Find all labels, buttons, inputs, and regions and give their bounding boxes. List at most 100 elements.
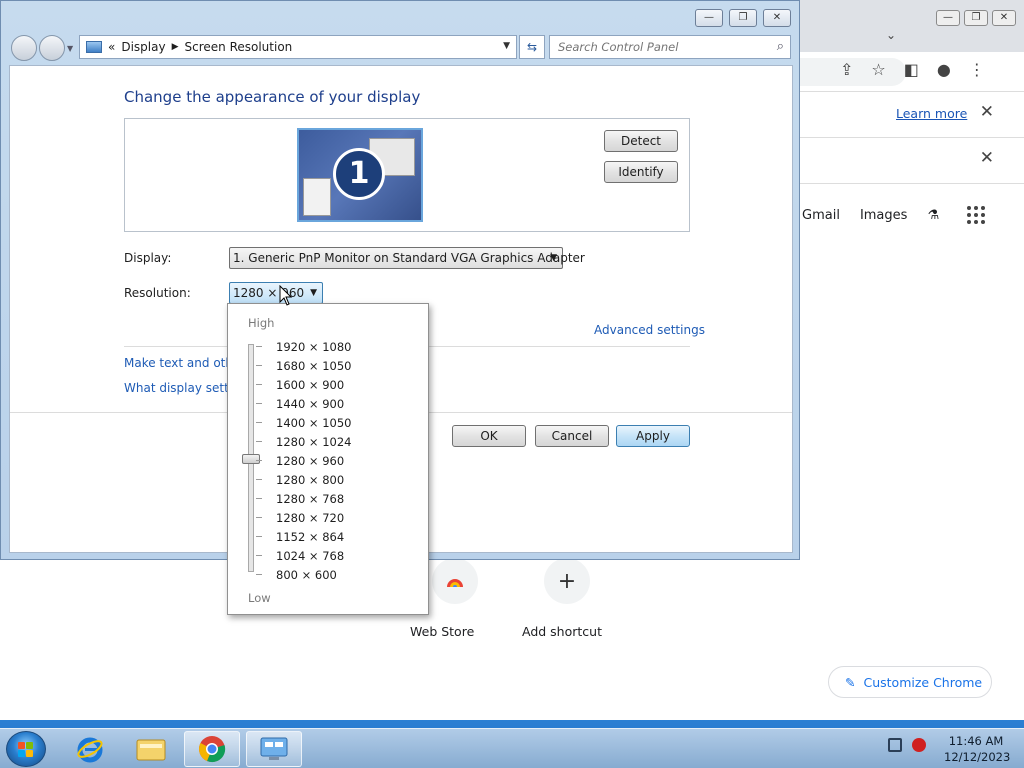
chrome-minimize-button[interactable]: — xyxy=(936,10,960,26)
search-icon[interactable]: ⌕ xyxy=(777,39,784,54)
address-bar[interactable]: « Display ▶ Screen Resolution ▼ xyxy=(79,35,517,59)
folder-icon xyxy=(136,739,166,761)
breadcrumb-separator-icon: ▶ xyxy=(171,42,179,52)
web-store-icon xyxy=(432,558,478,604)
page-title: Change the appearance of your display xyxy=(124,88,421,106)
shortcut-add[interactable]: + Add shortcut xyxy=(522,558,612,639)
ntp-header-links: Gmail Images ⚗ xyxy=(802,206,986,224)
slider-tick xyxy=(256,536,262,537)
resolution-option[interactable]: 1680 × 1050 xyxy=(276,357,351,376)
clock-time: 11:46 AM xyxy=(948,734,1004,748)
close-icon[interactable]: ✕ xyxy=(980,148,994,168)
images-link[interactable]: Images xyxy=(860,208,908,223)
resolution-option[interactable]: 1600 × 900 xyxy=(276,376,351,395)
pencil-icon: ✎ xyxy=(845,674,856,690)
forward-button[interactable] xyxy=(39,35,65,61)
display-select[interactable]: 1. Generic PnP Monitor on Standard VGA G… xyxy=(229,247,585,269)
advanced-settings-link[interactable]: Advanced settings xyxy=(594,323,705,337)
back-button[interactable] xyxy=(11,35,37,61)
volume-muted-icon[interactable] xyxy=(912,738,926,752)
resolution-option[interactable]: 1920 × 1080 xyxy=(276,338,351,357)
resolution-dropdown: High 1920 × 1080 1680 × 1050 1600 × 900 144… xyxy=(227,303,429,615)
monitor-number: 1 xyxy=(333,148,385,200)
profile-icon[interactable]: ● xyxy=(937,60,951,79)
plus-icon: + xyxy=(544,558,590,604)
chrome-toolbar: ⇪ ☆ ◧ ● ⋮ xyxy=(796,52,1024,92)
slider-tick xyxy=(256,498,262,499)
network-icon[interactable] xyxy=(888,738,902,752)
slider-tick xyxy=(256,479,262,480)
monitor-preview-area: 1 Detect Identify xyxy=(124,118,690,232)
resolution-option[interactable]: 1280 × 800 xyxy=(276,471,351,490)
chevron-down-icon: ▼ xyxy=(310,288,317,298)
search-input[interactable] xyxy=(550,36,750,58)
slider-tick xyxy=(256,460,262,461)
recent-pages-dropdown-icon[interactable]: ▼ xyxy=(67,44,73,53)
chrome-window: — ❐ ✕ ⌄ ⇪ ☆ ◧ ● ⋮ Learn more ✕ ✕ Gmail I… xyxy=(796,0,1024,720)
resolution-slider-thumb[interactable] xyxy=(242,454,260,464)
refresh-button[interactable]: ⇆ xyxy=(519,35,545,59)
slider-tick xyxy=(256,403,262,404)
resolution-option[interactable]: 1024 × 768 xyxy=(276,547,351,566)
infobar-second: ✕ xyxy=(796,138,1024,184)
resolution-select[interactable]: 1280 × 960 ▼ xyxy=(229,282,323,304)
start-button[interactable] xyxy=(6,731,46,767)
gmail-link[interactable]: Gmail xyxy=(802,208,840,223)
slider-tick xyxy=(256,365,262,366)
preview-window-shape xyxy=(303,178,331,216)
close-button[interactable]: ✕ xyxy=(763,9,791,27)
control-panel-icon xyxy=(260,737,288,760)
slider-tick xyxy=(256,384,262,385)
labs-flask-icon[interactable]: ⚗ xyxy=(927,208,939,223)
resolution-option[interactable]: 1400 × 1050 xyxy=(276,414,351,433)
clock-date: 12/12/2023 xyxy=(944,750,1011,764)
slider-tick xyxy=(256,422,262,423)
monitor-1-thumbnail[interactable]: 1 xyxy=(297,128,423,222)
learn-more-link[interactable]: Learn more xyxy=(896,106,967,121)
bookmark-star-icon[interactable]: ☆ xyxy=(871,60,885,79)
resolution-option[interactable]: 800 × 600 xyxy=(276,566,351,585)
resolution-option[interactable]: 1152 × 864 xyxy=(276,528,351,547)
chevron-down-icon: ▼ xyxy=(550,253,557,263)
address-dropdown-icon[interactable]: ▼ xyxy=(503,41,510,51)
taskbar-chrome[interactable] xyxy=(184,731,240,767)
slider-tick xyxy=(256,441,262,442)
resolution-option[interactable]: 1440 × 900 xyxy=(276,395,351,414)
system-tray xyxy=(888,738,926,752)
high-label: High xyxy=(248,316,275,330)
breadcrumb-screen-resolution[interactable]: Screen Resolution xyxy=(185,40,293,54)
breadcrumb-display[interactable]: Display xyxy=(121,40,165,54)
slider-tick xyxy=(256,555,262,556)
customize-chrome-button[interactable]: ✎ Customize Chrome xyxy=(828,666,992,698)
maximize-button[interactable]: ❐ xyxy=(729,9,757,27)
side-panel-icon[interactable]: ◧ xyxy=(904,60,919,79)
ok-button[interactable]: OK xyxy=(452,425,526,447)
cancel-button[interactable]: Cancel xyxy=(535,425,609,447)
taskbar-file-explorer[interactable] xyxy=(123,731,179,767)
breadcrumb-overflow[interactable]: « xyxy=(108,40,115,54)
resolution-option[interactable]: 1280 × 720 xyxy=(276,509,351,528)
menu-kebab-icon[interactable]: ⋮ xyxy=(969,60,985,79)
windows-logo-icon xyxy=(18,742,34,758)
chrome-maximize-button[interactable]: ❐ xyxy=(964,10,988,26)
tab-search-chevron-icon[interactable]: ⌄ xyxy=(886,28,896,42)
slider-tick xyxy=(256,574,262,575)
apply-button[interactable]: Apply xyxy=(616,425,690,447)
identify-button[interactable]: Identify xyxy=(604,161,678,183)
resolution-option[interactable]: 1280 × 960 xyxy=(276,452,351,471)
taskbar-internet-explorer[interactable] xyxy=(62,731,118,767)
share-icon[interactable]: ⇪ xyxy=(840,60,853,79)
resolution-option[interactable]: 1280 × 768 xyxy=(276,490,351,509)
apps-grid-icon[interactable] xyxy=(967,206,986,224)
close-icon[interactable]: ✕ xyxy=(980,102,994,122)
slider-tick xyxy=(256,517,262,518)
resolution-label: Resolution: xyxy=(124,286,191,300)
display-label: Display: xyxy=(124,251,172,265)
detect-button[interactable]: Detect xyxy=(604,130,678,152)
chrome-close-button[interactable]: ✕ xyxy=(992,10,1016,26)
resolution-option[interactable]: 1280 × 1024 xyxy=(276,433,351,452)
minimize-button[interactable]: — xyxy=(695,9,723,27)
taskbar-control-panel[interactable] xyxy=(246,731,302,767)
mouse-cursor-icon xyxy=(279,285,293,306)
clock[interactable]: 11:46 AM 12/12/2023 xyxy=(944,733,1011,765)
